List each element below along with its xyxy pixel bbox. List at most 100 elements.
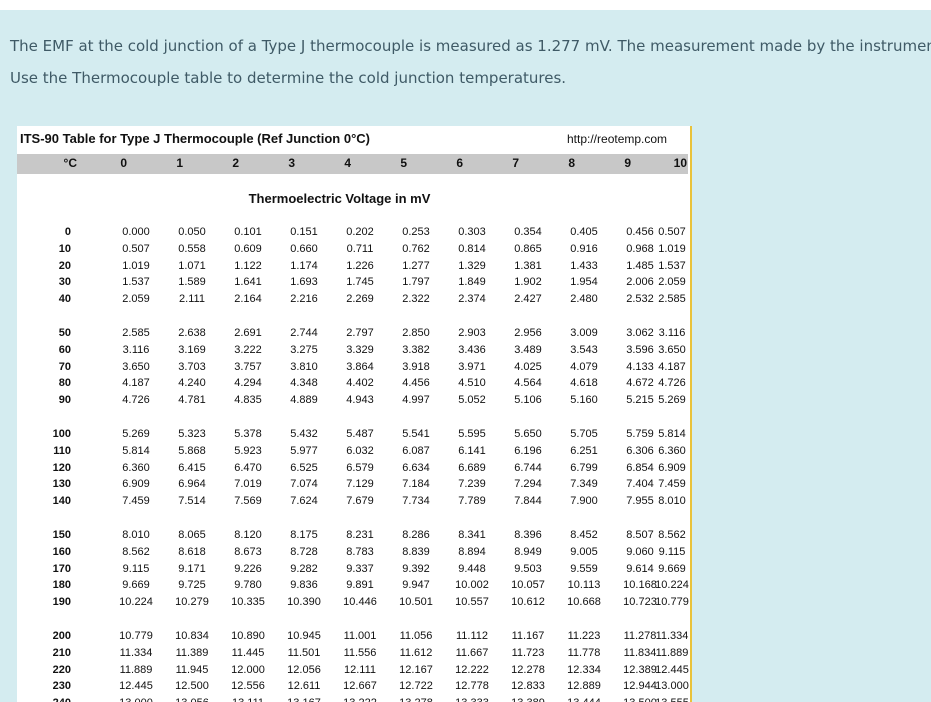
voltage-cell: 7.074 <box>290 478 318 491</box>
row-group: 150 8.010 8.065 8.120 8.175 8.231 8.286 8.341 8.… <box>17 528 689 613</box>
voltage-cell: 12.833 <box>511 680 545 693</box>
voltage-cell: 11.389 <box>175 646 209 659</box>
voltage-cell: 11.778 <box>567 646 601 659</box>
row-temperature: 50 <box>58 326 71 339</box>
row-temperature: 0 <box>64 226 71 238</box>
voltage-cell: 2.059 <box>658 276 686 289</box>
voltage-cell: 1.693 <box>290 276 318 289</box>
row-temperature: 80 <box>58 377 71 390</box>
voltage-cell: 10.335 <box>231 596 265 609</box>
voltage-cell: 8.618 <box>178 545 206 558</box>
voltage-cell: 3.650 <box>658 343 686 356</box>
voltage-cell: 12.778 <box>455 680 489 693</box>
voltage-cell: 7.349 <box>570 478 598 491</box>
voltage-cell: 1.537 <box>658 259 686 272</box>
voltage-cell: 2.691 <box>234 326 262 339</box>
voltage-cell: 5.106 <box>514 394 542 407</box>
voltage-cell: 0.762 <box>402 242 430 255</box>
voltage-cell: 7.019 <box>234 478 262 491</box>
voltage-cell: 0.507 <box>658 226 686 238</box>
voltage-cell: 12.278 <box>511 663 545 676</box>
voltage-cell: 13.555 <box>644 697 700 702</box>
voltage-cell: 12.556 <box>231 680 265 693</box>
voltage-cell: 2.374 <box>458 293 486 306</box>
voltage-cell: 12.722 <box>399 680 433 693</box>
voltage-cell: 7.184 <box>402 478 430 491</box>
voltage-cell: 13.222 <box>332 697 388 702</box>
table-row: 0 0.000 0.050 0.101 0.151 0.202 0.253 0.303 0.35… <box>17 226 688 243</box>
voltage-cell: 6.415 <box>178 461 206 474</box>
voltage-cell: 7.734 <box>402 495 430 508</box>
voltage-cell: 9.392 <box>402 562 430 575</box>
voltage-cell: 7.900 <box>570 495 598 508</box>
voltage-cell: 3.757 <box>234 360 262 373</box>
voltage-cell: 12.889 <box>567 680 601 693</box>
voltage-cell: 13.167 <box>276 697 332 702</box>
voltage-cell: 5.487 <box>346 427 374 440</box>
voltage-cell: 8.673 <box>234 545 262 558</box>
voltage-cell: 4.348 <box>290 377 318 390</box>
row-temperature: 200 <box>52 629 71 642</box>
voltage-cell: 4.456 <box>402 377 430 390</box>
voltage-cell: 1.174 <box>290 259 318 272</box>
voltage-cell: 4.564 <box>514 377 542 390</box>
voltage-cell: 7.844 <box>514 495 542 508</box>
voltage-cell: 11.112 <box>455 629 488 642</box>
header-cell: 7 <box>512 156 519 170</box>
voltage-cell: 9.836 <box>290 579 318 592</box>
voltage-cell: 6.909 <box>122 478 150 491</box>
voltage-cell: 0.253 <box>402 226 430 238</box>
voltage-cell: 9.780 <box>234 579 262 592</box>
voltage-cell: 11.667 <box>455 646 489 659</box>
header-cell: 4 <box>344 156 351 170</box>
voltage-cell: 5.868 <box>178 444 206 457</box>
table-row: 24013.00013.05613.11113.16713.22213.2781… <box>17 697 689 702</box>
voltage-cell: 3.971 <box>458 360 486 373</box>
voltage-cell: 12.445 <box>655 663 689 676</box>
voltage-cell: 3.275 <box>290 343 318 356</box>
voltage-cell: 11.889 <box>655 646 689 659</box>
voltage-cell: 4.781 <box>178 394 206 407</box>
voltage-cell: 2.850 <box>402 326 430 339</box>
header-cell: 10 <box>673 156 687 170</box>
voltage-cell: 11.889 <box>119 663 153 676</box>
table-row: 40 2.059 2.111 2.164 2.216 2.269 2.322 2.374 2.4… <box>17 293 688 310</box>
voltage-cell: 9.337 <box>346 562 374 575</box>
voltage-cell: 8.010 <box>658 495 686 508</box>
voltage-cell: 4.025 <box>514 360 542 373</box>
voltage-cell: 4.240 <box>178 377 206 390</box>
voltage-cell: 11.223 <box>567 629 601 642</box>
voltage-cell: 6.799 <box>570 461 598 474</box>
voltage-cell: 6.032 <box>346 444 374 457</box>
voltage-cell: 7.459 <box>658 478 686 491</box>
voltage-cell: 12.611 <box>287 680 321 693</box>
voltage-cell: 3.810 <box>290 360 318 373</box>
voltage-cell: 6.634 <box>402 461 430 474</box>
row-temperature: 70 <box>58 360 71 373</box>
voltage-cell: 1.954 <box>570 276 598 289</box>
voltage-cell: 7.239 <box>458 478 486 491</box>
voltage-cell: 8.949 <box>514 545 542 558</box>
voltage-cell: 10.390 <box>287 596 321 609</box>
table-row: 30 1.537 1.589 1.641 1.693 1.745 1.797 1.849 1.9… <box>17 276 688 293</box>
voltage-cell: 8.286 <box>402 528 430 541</box>
row-temperature: 160 <box>52 545 71 558</box>
table-title: ITS-90 Table for Type J Thermocouple (Re… <box>20 131 370 146</box>
table-row: 220 11.889 11.945 12.000 12.056 12.111 12.167 1… <box>17 663 689 681</box>
voltage-cell: 5.378 <box>234 427 262 440</box>
voltage-cell: 8.231 <box>346 528 374 541</box>
voltage-cell: 9.947 <box>402 579 430 592</box>
voltage-cell: 10.501 <box>399 596 433 609</box>
voltage-cell: 12.000 <box>231 663 265 676</box>
voltage-cell: 11.501 <box>287 646 321 659</box>
thermocouple-table-image: ITS-90 Table for Type J Thermocouple (Re… <box>17 126 692 702</box>
voltage-grid: 0 0.000 0.050 0.101 0.151 0.202 0.253 0.303 0.35… <box>17 226 689 702</box>
voltage-cell: 4.943 <box>346 394 374 407</box>
voltage-cell: 13.278 <box>388 697 444 702</box>
voltage-cell: 13.444 <box>556 697 612 702</box>
voltage-cell: 2.744 <box>290 326 318 339</box>
voltage-cell: 4.835 <box>234 394 262 407</box>
voltage-cell: 0.507 <box>122 242 150 255</box>
row-temperature: 120 <box>52 461 71 474</box>
header-cell: 9 <box>624 156 631 170</box>
